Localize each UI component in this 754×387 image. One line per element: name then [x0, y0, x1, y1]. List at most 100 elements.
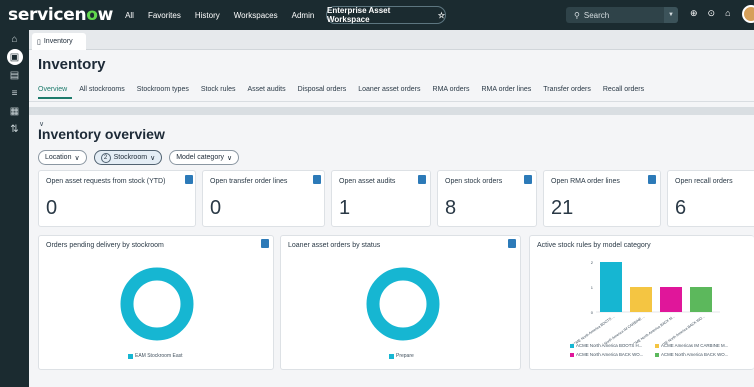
bar-chart-stock-rules[interactable]: 012ACME North America BOOTS ...ACME Nort…	[538, 254, 748, 344]
donut-slice	[366, 267, 440, 341]
nav-all[interactable]: All	[125, 11, 134, 20]
tab-inventory[interactable]: ▯ Inventory	[32, 33, 86, 50]
legend-swatch	[128, 353, 133, 359]
legend-item: ACME North America BOOTS H...	[570, 343, 655, 348]
widget-orders-pending: Orders pending delivery by stockroom EAM…	[38, 235, 274, 370]
divider	[29, 101, 754, 102]
tab-disposal-orders[interactable]: Disposal orders	[298, 86, 347, 93]
y-tick-label: 0	[591, 310, 594, 315]
tab-overview[interactable]: Overview	[38, 86, 67, 93]
tab-transfer-orders[interactable]: Transfer orders	[543, 86, 591, 93]
widget-title: Orders pending delivery by stockroom	[46, 242, 164, 249]
legend-label: ACME North America BACK WO...	[576, 352, 644, 357]
chart-legend: Prepare	[389, 353, 414, 359]
nav-admin[interactable]: Admin	[292, 11, 315, 20]
nav-favorites[interactable]: Favorites	[148, 11, 181, 20]
nav-history[interactable]: History	[195, 11, 220, 20]
legend-label: ACME North America BACK WO...	[661, 352, 729, 357]
stockroom-filter-label: Stockroom	[113, 154, 148, 161]
workspace-title: Enterprise Asset Workspace	[327, 6, 391, 24]
servicenow-logo[interactable]: servicenow	[8, 5, 113, 25]
stockroom-filter[interactable]: 2 Stockroom ∨	[93, 150, 163, 165]
bar[interactable]	[660, 287, 682, 312]
bar[interactable]	[630, 287, 652, 312]
widget-title: Active stock rules by model category	[537, 242, 651, 249]
overview-title: Inventory overview	[38, 126, 165, 142]
star-icon[interactable]: ☆	[438, 11, 445, 20]
tab-asset-audits[interactable]: Asset audits	[247, 86, 285, 93]
globe-icon[interactable]: ⊕	[690, 8, 698, 19]
filter-badge-icon[interactable]	[185, 175, 193, 184]
nav-workspaces[interactable]: Workspaces	[234, 11, 278, 20]
legend-item: ACME Americas IM CARBINE M...	[655, 343, 740, 348]
tab-stockroom-types[interactable]: Stockroom types	[137, 86, 189, 93]
y-tick-label: 2	[591, 260, 594, 265]
sliders-icon[interactable]: ≡	[0, 84, 29, 102]
kpi-label: Open asset requests from stock (YTD)	[46, 178, 166, 185]
filter-bar: Location ∨ 2 Stockroom ∨ Model category …	[38, 150, 240, 165]
tab-all-stockrooms[interactable]: All stockrooms	[79, 86, 125, 93]
filter-badge-icon[interactable]	[508, 239, 516, 248]
kpi-label: Open asset audits	[339, 178, 396, 185]
kpi-label: Open stock orders	[445, 178, 503, 185]
location-filter[interactable]: Location ∨	[38, 150, 87, 165]
search-input[interactable]: ⚲ Search ▼	[566, 7, 678, 23]
active-tab-indicator	[38, 97, 72, 99]
kpi-card-stock-orders[interactable]: Open stock orders 8	[437, 170, 537, 227]
tab-bar: ▯ Inventory	[29, 30, 754, 50]
rail-item-inventory[interactable]: ▣	[0, 48, 29, 66]
top-nav: servicenow All Favorites History Workspa…	[0, 0, 754, 30]
donut-slice	[120, 267, 194, 341]
page-title: Inventory	[38, 56, 106, 73]
home-icon[interactable]: ⌂	[0, 30, 29, 48]
workspace-pill[interactable]: Enterprise Asset Workspace ☆	[326, 6, 446, 24]
search-placeholder: Search	[583, 10, 610, 20]
tab-label: Inventory	[43, 38, 73, 45]
legend-label: EAM Stockroom East	[135, 353, 183, 359]
help-icon[interactable]: ⊙	[708, 8, 716, 19]
top-icons: ⊕ ⊙ ⌂	[690, 8, 731, 19]
kpi-card-transfer-order-lines[interactable]: Open transfer order lines 0	[202, 170, 325, 227]
filter-count-badge: 2	[100, 152, 111, 163]
filter-badge-icon[interactable]	[418, 175, 426, 184]
legend-swatch	[655, 352, 659, 357]
x-tick-label: ACME North America BACK WO...	[658, 315, 705, 344]
tab-loaner-asset-orders[interactable]: Loaner asset orders	[358, 86, 420, 93]
tab-rma-order-lines[interactable]: RMA order lines	[481, 86, 531, 93]
legend-item: ACME North America BACK WO...	[570, 352, 655, 357]
donut-chart-pending[interactable]	[119, 266, 195, 342]
kpi-card-asset-requests[interactable]: Open asset requests from stock (YTD) 0	[38, 170, 196, 227]
bar[interactable]	[690, 287, 712, 312]
filter-badge-icon[interactable]	[261, 239, 269, 248]
model-category-filter[interactable]: Model category ∨	[169, 150, 240, 165]
tab-stock-rules[interactable]: Stock rules	[201, 86, 236, 93]
notification-icon[interactable]: ⌂	[725, 8, 730, 19]
subtabs: Overview All stockrooms Stockroom types …	[38, 86, 644, 93]
filter-badge-icon[interactable]	[524, 175, 532, 184]
legend-swatch	[389, 353, 394, 359]
avatar[interactable]	[742, 5, 754, 23]
legend-label: ACME Americas IM CARBINE M...	[661, 343, 729, 348]
clipboard-icon[interactable]: ▤	[0, 66, 29, 84]
search-icon: ⚲	[574, 10, 580, 20]
kpi-card-rma-order-lines[interactable]: Open RMA order lines 21	[543, 170, 661, 227]
left-rail: ⌂ ▣ ▤ ≡ ▦ ⇅	[0, 30, 29, 387]
search-scope-dropdown[interactable]: ▼	[664, 7, 678, 23]
donut-chart-loaner[interactable]	[365, 266, 441, 342]
bar[interactable]	[600, 262, 622, 312]
model-category-filter-label: Model category	[176, 154, 225, 161]
kpi-value: 1	[339, 197, 351, 219]
sort-icon[interactable]: ⇅	[0, 120, 29, 138]
filter-badge-icon[interactable]	[648, 175, 656, 184]
kpi-card-recall-orders[interactable]: Open recall orders 6	[667, 170, 754, 227]
chevron-down-icon: ∨	[227, 154, 233, 162]
tab-rma-orders[interactable]: RMA orders	[433, 86, 470, 93]
widget-loaner-orders: Loaner asset orders by status Prepare	[280, 235, 521, 370]
tab-recall-orders[interactable]: Recall orders	[603, 86, 644, 93]
kpi-card-asset-audits[interactable]: Open asset audits 1	[331, 170, 431, 227]
filter-badge-icon[interactable]	[313, 175, 321, 184]
legend-label: Prepare	[396, 353, 414, 359]
widget-title: Loaner asset orders by status	[288, 242, 381, 249]
calendar-icon[interactable]: ▦	[0, 102, 29, 120]
collapse-bar[interactable]	[29, 107, 754, 115]
